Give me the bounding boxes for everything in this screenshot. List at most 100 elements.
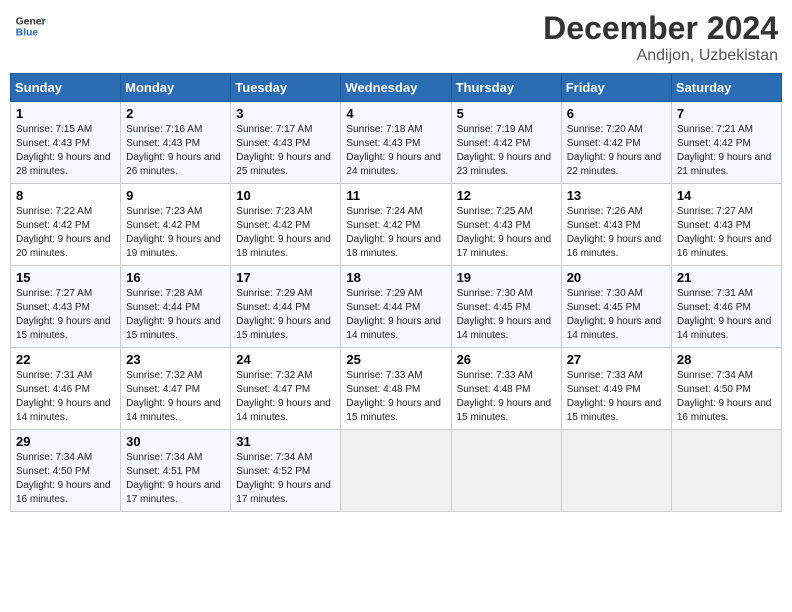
day-info: Sunrise: 7:15 AM Sunset: 4:43 PM Dayligh… xyxy=(16,123,115,179)
day-number: 19 xyxy=(457,270,556,285)
day-number: 11 xyxy=(346,188,445,203)
day-info: Sunrise: 7:29 AM Sunset: 4:44 PM Dayligh… xyxy=(236,287,335,343)
calendar-week-2: 15 Sunrise: 7:27 AM Sunset: 4:43 PM Dayl… xyxy=(11,266,782,348)
month-title: December 2024 xyxy=(543,10,778,47)
day-number: 14 xyxy=(677,188,776,203)
col-thursday: Thursday xyxy=(451,74,561,102)
day-info: Sunrise: 7:33 AM Sunset: 4:48 PM Dayligh… xyxy=(346,369,445,425)
calendar-cell: 8 Sunrise: 7:22 AM Sunset: 4:42 PM Dayli… xyxy=(11,184,121,266)
location: Andijon, Uzbekistan xyxy=(543,47,778,65)
day-info: Sunrise: 7:26 AM Sunset: 4:43 PM Dayligh… xyxy=(567,205,666,261)
calendar-cell: 2 Sunrise: 7:16 AM Sunset: 4:43 PM Dayli… xyxy=(121,102,231,184)
day-info: Sunrise: 7:19 AM Sunset: 4:42 PM Dayligh… xyxy=(457,123,556,179)
day-number: 21 xyxy=(677,270,776,285)
logo-icon: General Blue xyxy=(14,10,46,42)
header-row: Sunday Monday Tuesday Wednesday Thursday… xyxy=(11,74,782,102)
day-number: 27 xyxy=(567,352,666,367)
calendar-cell xyxy=(341,430,451,512)
day-number: 26 xyxy=(457,352,556,367)
day-number: 25 xyxy=(346,352,445,367)
logo: General Blue xyxy=(14,10,46,42)
day-info: Sunrise: 7:17 AM Sunset: 4:43 PM Dayligh… xyxy=(236,123,335,179)
calendar-cell: 25 Sunrise: 7:33 AM Sunset: 4:48 PM Dayl… xyxy=(341,348,451,430)
title-block: December 2024 Andijon, Uzbekistan xyxy=(543,10,778,65)
day-info: Sunrise: 7:27 AM Sunset: 4:43 PM Dayligh… xyxy=(16,287,115,343)
day-number: 16 xyxy=(126,270,225,285)
day-number: 24 xyxy=(236,352,335,367)
day-number: 12 xyxy=(457,188,556,203)
day-number: 7 xyxy=(677,106,776,121)
day-info: Sunrise: 7:29 AM Sunset: 4:44 PM Dayligh… xyxy=(346,287,445,343)
day-info: Sunrise: 7:22 AM Sunset: 4:42 PM Dayligh… xyxy=(16,205,115,261)
calendar-cell: 14 Sunrise: 7:27 AM Sunset: 4:43 PM Dayl… xyxy=(671,184,781,266)
calendar-cell: 16 Sunrise: 7:28 AM Sunset: 4:44 PM Dayl… xyxy=(121,266,231,348)
day-info: Sunrise: 7:34 AM Sunset: 4:52 PM Dayligh… xyxy=(236,451,335,507)
calendar-cell: 31 Sunrise: 7:34 AM Sunset: 4:52 PM Dayl… xyxy=(231,430,341,512)
col-sunday: Sunday xyxy=(11,74,121,102)
col-friday: Friday xyxy=(561,74,671,102)
calendar-week-4: 29 Sunrise: 7:34 AM Sunset: 4:50 PM Dayl… xyxy=(11,430,782,512)
calendar-cell: 21 Sunrise: 7:31 AM Sunset: 4:46 PM Dayl… xyxy=(671,266,781,348)
day-number: 22 xyxy=(16,352,115,367)
day-info: Sunrise: 7:20 AM Sunset: 4:42 PM Dayligh… xyxy=(567,123,666,179)
calendar-cell: 18 Sunrise: 7:29 AM Sunset: 4:44 PM Dayl… xyxy=(341,266,451,348)
day-info: Sunrise: 7:23 AM Sunset: 4:42 PM Dayligh… xyxy=(236,205,335,261)
calendar-week-0: 1 Sunrise: 7:15 AM Sunset: 4:43 PM Dayli… xyxy=(11,102,782,184)
calendar-week-1: 8 Sunrise: 7:22 AM Sunset: 4:42 PM Dayli… xyxy=(11,184,782,266)
day-number: 17 xyxy=(236,270,335,285)
day-info: Sunrise: 7:32 AM Sunset: 4:47 PM Dayligh… xyxy=(236,369,335,425)
day-info: Sunrise: 7:30 AM Sunset: 4:45 PM Dayligh… xyxy=(567,287,666,343)
calendar-cell: 28 Sunrise: 7:34 AM Sunset: 4:50 PM Dayl… xyxy=(671,348,781,430)
day-number: 5 xyxy=(457,106,556,121)
day-number: 8 xyxy=(16,188,115,203)
day-info: Sunrise: 7:21 AM Sunset: 4:42 PM Dayligh… xyxy=(677,123,776,179)
calendar-cell: 30 Sunrise: 7:34 AM Sunset: 4:51 PM Dayl… xyxy=(121,430,231,512)
calendar-cell: 9 Sunrise: 7:23 AM Sunset: 4:42 PM Dayli… xyxy=(121,184,231,266)
calendar-cell: 3 Sunrise: 7:17 AM Sunset: 4:43 PM Dayli… xyxy=(231,102,341,184)
day-info: Sunrise: 7:31 AM Sunset: 4:46 PM Dayligh… xyxy=(16,369,115,425)
day-number: 6 xyxy=(567,106,666,121)
col-saturday: Saturday xyxy=(671,74,781,102)
calendar-cell: 17 Sunrise: 7:29 AM Sunset: 4:44 PM Dayl… xyxy=(231,266,341,348)
calendar-cell: 20 Sunrise: 7:30 AM Sunset: 4:45 PM Dayl… xyxy=(561,266,671,348)
day-number: 10 xyxy=(236,188,335,203)
col-tuesday: Tuesday xyxy=(231,74,341,102)
calendar-cell: 19 Sunrise: 7:30 AM Sunset: 4:45 PM Dayl… xyxy=(451,266,561,348)
calendar-cell: 1 Sunrise: 7:15 AM Sunset: 4:43 PM Dayli… xyxy=(11,102,121,184)
calendar-cell: 10 Sunrise: 7:23 AM Sunset: 4:42 PM Dayl… xyxy=(231,184,341,266)
day-info: Sunrise: 7:33 AM Sunset: 4:48 PM Dayligh… xyxy=(457,369,556,425)
day-info: Sunrise: 7:18 AM Sunset: 4:43 PM Dayligh… xyxy=(346,123,445,179)
calendar-cell: 5 Sunrise: 7:19 AM Sunset: 4:42 PM Dayli… xyxy=(451,102,561,184)
day-number: 23 xyxy=(126,352,225,367)
calendar-cell: 22 Sunrise: 7:31 AM Sunset: 4:46 PM Dayl… xyxy=(11,348,121,430)
day-info: Sunrise: 7:23 AM Sunset: 4:42 PM Dayligh… xyxy=(126,205,225,261)
day-number: 4 xyxy=(346,106,445,121)
day-info: Sunrise: 7:34 AM Sunset: 4:51 PM Dayligh… xyxy=(126,451,225,507)
day-info: Sunrise: 7:33 AM Sunset: 4:49 PM Dayligh… xyxy=(567,369,666,425)
day-info: Sunrise: 7:28 AM Sunset: 4:44 PM Dayligh… xyxy=(126,287,225,343)
calendar-week-3: 22 Sunrise: 7:31 AM Sunset: 4:46 PM Dayl… xyxy=(11,348,782,430)
calendar-cell: 29 Sunrise: 7:34 AM Sunset: 4:50 PM Dayl… xyxy=(11,430,121,512)
day-info: Sunrise: 7:30 AM Sunset: 4:45 PM Dayligh… xyxy=(457,287,556,343)
svg-text:Blue: Blue xyxy=(16,28,39,39)
calendar-cell: 4 Sunrise: 7:18 AM Sunset: 4:43 PM Dayli… xyxy=(341,102,451,184)
col-wednesday: Wednesday xyxy=(341,74,451,102)
calendar-cell: 27 Sunrise: 7:33 AM Sunset: 4:49 PM Dayl… xyxy=(561,348,671,430)
day-number: 28 xyxy=(677,352,776,367)
day-info: Sunrise: 7:31 AM Sunset: 4:46 PM Dayligh… xyxy=(677,287,776,343)
calendar-cell xyxy=(451,430,561,512)
day-number: 31 xyxy=(236,434,335,449)
day-number: 30 xyxy=(126,434,225,449)
calendar-cell: 23 Sunrise: 7:32 AM Sunset: 4:47 PM Dayl… xyxy=(121,348,231,430)
calendar-cell: 7 Sunrise: 7:21 AM Sunset: 4:42 PM Dayli… xyxy=(671,102,781,184)
day-number: 18 xyxy=(346,270,445,285)
day-info: Sunrise: 7:34 AM Sunset: 4:50 PM Dayligh… xyxy=(16,451,115,507)
col-monday: Monday xyxy=(121,74,231,102)
day-number: 13 xyxy=(567,188,666,203)
calendar-cell: 13 Sunrise: 7:26 AM Sunset: 4:43 PM Dayl… xyxy=(561,184,671,266)
calendar-cell: 6 Sunrise: 7:20 AM Sunset: 4:42 PM Dayli… xyxy=(561,102,671,184)
page-header: General Blue December 2024 Andijon, Uzbe… xyxy=(10,10,782,65)
day-info: Sunrise: 7:16 AM Sunset: 4:43 PM Dayligh… xyxy=(126,123,225,179)
day-number: 2 xyxy=(126,106,225,121)
calendar-body: 1 Sunrise: 7:15 AM Sunset: 4:43 PM Dayli… xyxy=(11,102,782,512)
